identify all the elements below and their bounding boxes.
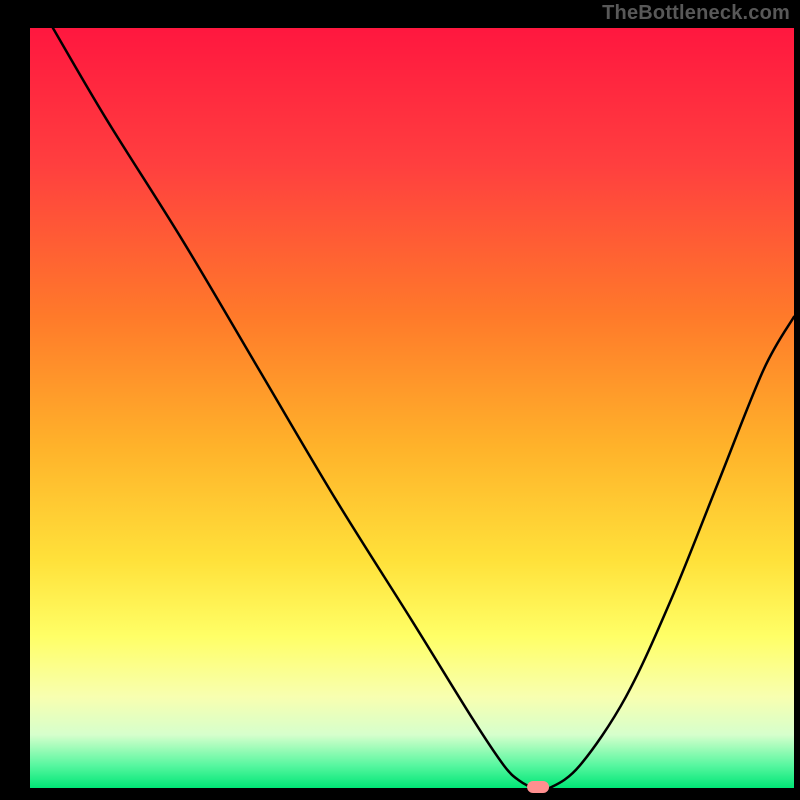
bottleneck-chart <box>0 0 800 800</box>
chart-frame: TheBottleneck.com <box>0 0 800 800</box>
optimal-point-marker <box>527 781 549 793</box>
watermark-text: TheBottleneck.com <box>602 2 790 25</box>
plot-background <box>30 28 794 788</box>
